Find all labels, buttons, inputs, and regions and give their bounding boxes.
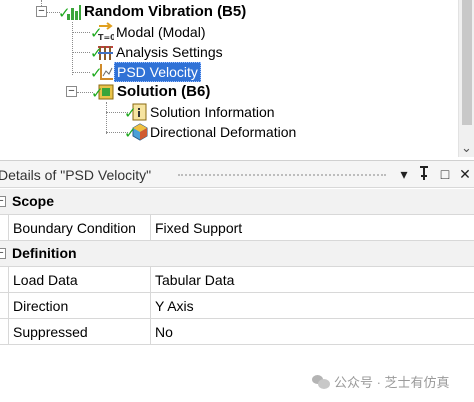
tree-item-label: Solution Information <box>150 104 275 120</box>
solution-information-icon: ✓ <box>124 102 148 122</box>
tree-connector <box>72 52 90 53</box>
check-icon: ✓ <box>124 125 137 142</box>
property-name: Load Data <box>8 267 151 293</box>
psd-velocity-icon: ✓ <box>90 62 114 82</box>
directional-deformation-icon: ✓ <box>124 122 148 142</box>
check-icon: ✓ <box>124 105 137 122</box>
tree-item-label: Directional Deformation <box>150 124 297 140</box>
tree-connector <box>72 32 90 33</box>
tree-connector <box>106 102 107 134</box>
section-label: Definition <box>12 245 77 261</box>
tree-item-label: Analysis Settings <box>116 44 223 60</box>
property-value[interactable]: Tabular Data <box>151 267 474 293</box>
property-value[interactable]: No <box>151 319 474 345</box>
collapse-toggle[interactable]: − <box>0 196 6 207</box>
property-name: Boundary Condition <box>8 215 151 241</box>
wechat-icon <box>312 374 330 389</box>
random-vibration-icon: ✓ <box>58 2 82 22</box>
analysis-settings-icon: ✓ <box>90 42 114 62</box>
tree-item-label: Random Vibration (B5) <box>84 3 247 20</box>
tree-item-label: Solution (B6) <box>117 83 211 100</box>
property-name: Suppressed <box>8 319 151 345</box>
collapse-toggle[interactable]: − <box>0 248 6 259</box>
maximize-icon[interactable]: □ <box>437 165 453 183</box>
section-label: Scope <box>12 193 55 209</box>
details-panel-header: Details of "PSD Velocity" ▾ □ ✕ <box>0 160 474 188</box>
scroll-down-icon[interactable]: ⌄ <box>461 141 472 154</box>
tree-connector <box>72 22 73 75</box>
tree-item-modal[interactable]: T=0 ✓ Modal (Modal) <box>90 22 207 42</box>
outline-tree: − − ✓ Random Vibration (B5) T=0 ✓ Modal … <box>0 0 474 157</box>
tree-connector <box>72 72 90 73</box>
collapse-toggle[interactable]: − <box>36 6 47 17</box>
tree-scrollbar[interactable]: ⌄ <box>458 0 474 157</box>
check-icon: ✓ <box>90 25 103 42</box>
modal-link-icon: T=0 ✓ <box>90 22 116 42</box>
property-row[interactable]: Direction Y Axis <box>0 293 474 319</box>
section-definition[interactable]: − Definition <box>0 241 474 267</box>
tree-item-random-vibration[interactable]: ✓ Random Vibration (B5) <box>58 2 248 22</box>
property-name: Direction <box>8 293 151 319</box>
details-title: Details of "PSD Velocity" <box>0 167 152 183</box>
tree-item-analysis-settings[interactable]: ✓ Analysis Settings <box>90 42 225 62</box>
dropdown-arrow-icon[interactable]: ▾ <box>396 165 412 183</box>
tree-item-directional-deformation[interactable]: ✓ Directional Deformation <box>124 122 298 142</box>
tree-item-solution[interactable]: ✓ Solution (B6) <box>91 82 212 102</box>
property-row[interactable]: Suppressed No <box>0 319 474 345</box>
watermark-text: 公众号 · 芝士有仿真 <box>334 375 450 390</box>
solution-icon: ✓ <box>91 82 115 102</box>
property-value[interactable]: Y Axis <box>151 293 474 319</box>
property-row[interactable]: Boundary Condition Fixed Support <box>0 215 474 241</box>
pin-icon[interactable] <box>416 165 432 183</box>
details-grid: − Scope Boundary Condition Fixed Support… <box>0 189 474 345</box>
tree-item-psd-velocity[interactable]: ✓ PSD Velocity <box>90 62 201 82</box>
property-row[interactable]: Load Data Tabular Data <box>0 267 474 293</box>
tree-item-label: Modal (Modal) <box>116 24 206 40</box>
check-icon: ✓ <box>91 85 104 102</box>
header-grip[interactable] <box>178 174 386 178</box>
tree-item-solution-information[interactable]: ✓ Solution Information <box>124 102 277 122</box>
check-icon: ✓ <box>90 65 103 82</box>
tree-item-label: PSD Velocity <box>114 62 201 82</box>
check-icon: ✓ <box>90 45 103 62</box>
close-icon[interactable]: ✕ <box>457 165 473 183</box>
section-scope[interactable]: − Scope <box>0 189 474 215</box>
check-icon: ✓ <box>58 5 71 22</box>
collapse-toggle[interactable]: − <box>66 86 77 97</box>
scrollbar-thumb[interactable] <box>462 0 472 125</box>
watermark: 公众号 · 芝士有仿真 <box>312 372 450 391</box>
property-value[interactable]: Fixed Support <box>151 215 474 241</box>
